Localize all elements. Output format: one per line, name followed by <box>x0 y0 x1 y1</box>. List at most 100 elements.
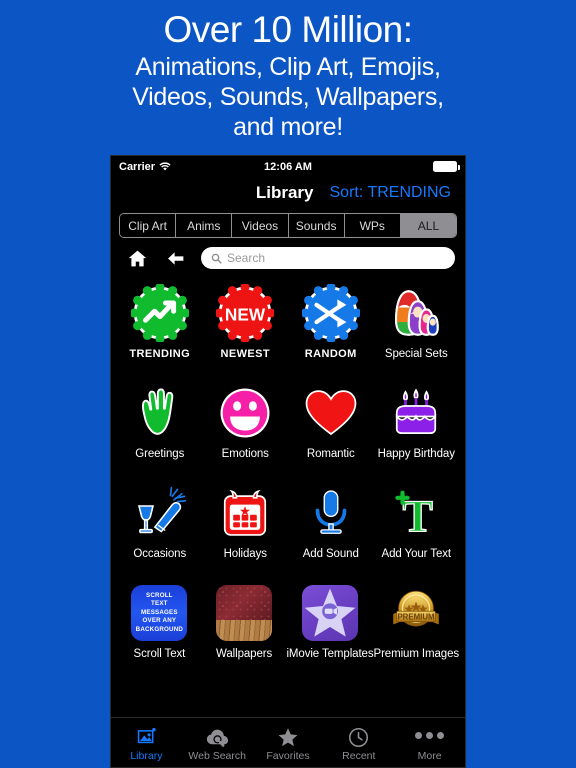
grid-item-special-sets[interactable]: Special Sets <box>374 276 460 376</box>
segmented-control-wrap: Clip Art Anims Videos Sounds WPs ALL <box>111 209 465 243</box>
grid-item-label: TRENDING <box>129 348 191 360</box>
nav-bar: Library Sort: TRENDING <box>111 177 465 209</box>
grid-item-label: Emotions <box>221 448 269 460</box>
back-arrow-icon[interactable] <box>163 247 187 269</box>
grid-item-happy-birthday[interactable]: Happy Birthday <box>374 376 460 476</box>
wallpaper-thumbnail <box>216 582 273 644</box>
segment-all[interactable]: ALL <box>400 214 456 237</box>
premium-ribbon-label: PREMIUM <box>398 613 436 622</box>
carrier-label: Carrier <box>119 160 156 173</box>
grid-item-newest[interactable]: NEW NEWEST <box>203 276 289 376</box>
segmented-control[interactable]: Clip Art Anims Videos Sounds WPs ALL <box>119 213 457 238</box>
grid-item-add-sound[interactable]: Add Sound <box>288 476 374 576</box>
segment-sounds[interactable]: Sounds <box>288 214 345 237</box>
waving-hand-icon <box>132 382 188 444</box>
scroll-text-thumbnail: SCROLL TEXT MESSAGES OVER ANY BACKGROUND <box>131 582 188 644</box>
grid-item-trending[interactable]: TRENDING <box>117 276 203 376</box>
grid-item-label: Wallpapers <box>216 648 273 660</box>
microphone-icon <box>304 482 358 544</box>
segment-wps[interactable]: WPs <box>344 214 401 237</box>
wallpaper-pattern <box>216 585 273 620</box>
tab-label: Favorites <box>266 749 310 762</box>
category-grid: TRENDING NEW NEWEST RANDOM Special Sets … <box>111 276 465 676</box>
grid-item-premium-images[interactable]: PREMIUM Premium Images <box>373 576 460 676</box>
clock-icon <box>348 724 369 748</box>
tab-library[interactable]: Library <box>111 718 182 767</box>
grid-item-label: Scroll Text <box>133 648 186 660</box>
grid-item-label: Holidays <box>223 548 267 560</box>
promo-subline-2: Videos, Sounds, Wallpapers, <box>132 83 444 111</box>
star-icon <box>277 724 299 748</box>
add-text-icon: T <box>389 482 443 544</box>
cloud-search-icon <box>206 724 229 748</box>
smiley-face-icon <box>217 382 273 444</box>
nesting-dolls-icon <box>387 282 445 344</box>
grid-item-scroll-text[interactable]: SCROLL TEXT MESSAGES OVER ANY BACKGROUND… <box>117 576 202 676</box>
grid-item-greetings[interactable]: Greetings <box>117 376 203 476</box>
grid-item-label: NEWEST <box>220 348 270 360</box>
segment-clip-art[interactable]: Clip Art <box>120 214 177 237</box>
grid-item-add-your-text[interactable]: T Add Your Text <box>374 476 460 576</box>
grid-item-label: Romantic <box>306 448 355 460</box>
tab-label: Recent <box>342 749 376 762</box>
scroll-line-4: OVER ANY <box>142 617 177 625</box>
grid-item-romantic[interactable]: Romantic <box>288 376 374 476</box>
wifi-icon <box>159 161 171 172</box>
grid-item-emotions[interactable]: Emotions <box>203 376 289 476</box>
promo-headline: Over 10 Million: <box>163 9 413 50</box>
champagne-toast-icon <box>132 482 188 544</box>
tab-label: Library <box>130 749 163 762</box>
imovie-thumbnail <box>301 582 358 644</box>
home-icon[interactable] <box>125 247 149 269</box>
grid-item-label: Happy Birthday <box>377 448 455 460</box>
grid-item-wallpapers[interactable]: Wallpapers <box>202 576 287 676</box>
promo-subline-3: and more! <box>233 113 343 141</box>
calendar-icon <box>218 482 272 544</box>
scroll-line-3: MESSAGES <box>141 608 178 616</box>
heart-icon <box>303 382 359 444</box>
segment-anims[interactable]: Anims <box>176 214 233 237</box>
grid-item-label: RANDOM <box>304 348 357 360</box>
grid-item-occasions[interactable]: Occasions <box>117 476 203 576</box>
grid-item-label: Premium Images <box>373 648 460 660</box>
promo-subline-1: Animations, Clip Art, Emojis, <box>135 53 441 81</box>
tab-label: Web Search <box>188 749 246 762</box>
imovie-star-icon <box>304 588 356 637</box>
battery-icon <box>433 161 460 172</box>
page-title: Library <box>255 183 314 202</box>
grid-item-holidays[interactable]: Holidays <box>203 476 289 576</box>
status-right <box>433 161 460 172</box>
promo-banner: Over 10 Million: Animations, Clip Art, E… <box>0 0 576 155</box>
segment-videos[interactable]: Videos <box>232 214 289 237</box>
grid-item-imovie-templates[interactable]: iMovie Templates <box>286 576 374 676</box>
grid-row: SCROLL TEXT MESSAGES OVER ANY BACKGROUND… <box>117 576 459 676</box>
ellipsis-icon <box>415 724 445 748</box>
tab-web-search[interactable]: Web Search <box>182 718 253 767</box>
search-input[interactable]: Search <box>201 247 455 269</box>
photo-library-icon <box>136 724 157 748</box>
new-badge-icon: NEW <box>216 282 275 344</box>
shuffle-badge-icon <box>301 282 360 344</box>
grid-row: Occasions Holidays Add Sound T Add Your … <box>117 476 459 576</box>
trending-badge-icon <box>130 282 189 344</box>
tab-recent[interactable]: Recent <box>323 718 394 767</box>
status-bar: Carrier 12:06 AM <box>111 156 465 177</box>
search-icon <box>211 253 222 264</box>
tab-favorites[interactable]: Favorites <box>253 718 324 767</box>
grid-item-label: Add Sound <box>302 548 359 560</box>
grid-item-label: Occasions <box>133 548 187 560</box>
phone-screen: Carrier 12:06 AM Library Sort: TRENDING … <box>110 155 466 768</box>
scroll-line-5: BACKGROUND <box>135 625 184 633</box>
grid-row: Greetings Emotions Romantic Happy Birthd… <box>117 376 459 476</box>
grid-item-label: Special Sets <box>384 348 448 360</box>
tab-more[interactable]: More <box>394 718 465 767</box>
search-placeholder: Search <box>227 251 266 265</box>
tab-bar: Library Web Search Favorites Recent More <box>111 717 465 767</box>
sort-button[interactable]: Sort: TRENDING <box>330 184 456 202</box>
premium-badge-thumbnail: PREMIUM <box>388 582 444 644</box>
status-left: Carrier <box>119 161 171 173</box>
tab-label: More <box>417 749 442 762</box>
wallpaper-floor <box>216 619 273 641</box>
grid-item-random[interactable]: RANDOM <box>288 276 374 376</box>
svg-text:NEW: NEW <box>225 304 266 324</box>
